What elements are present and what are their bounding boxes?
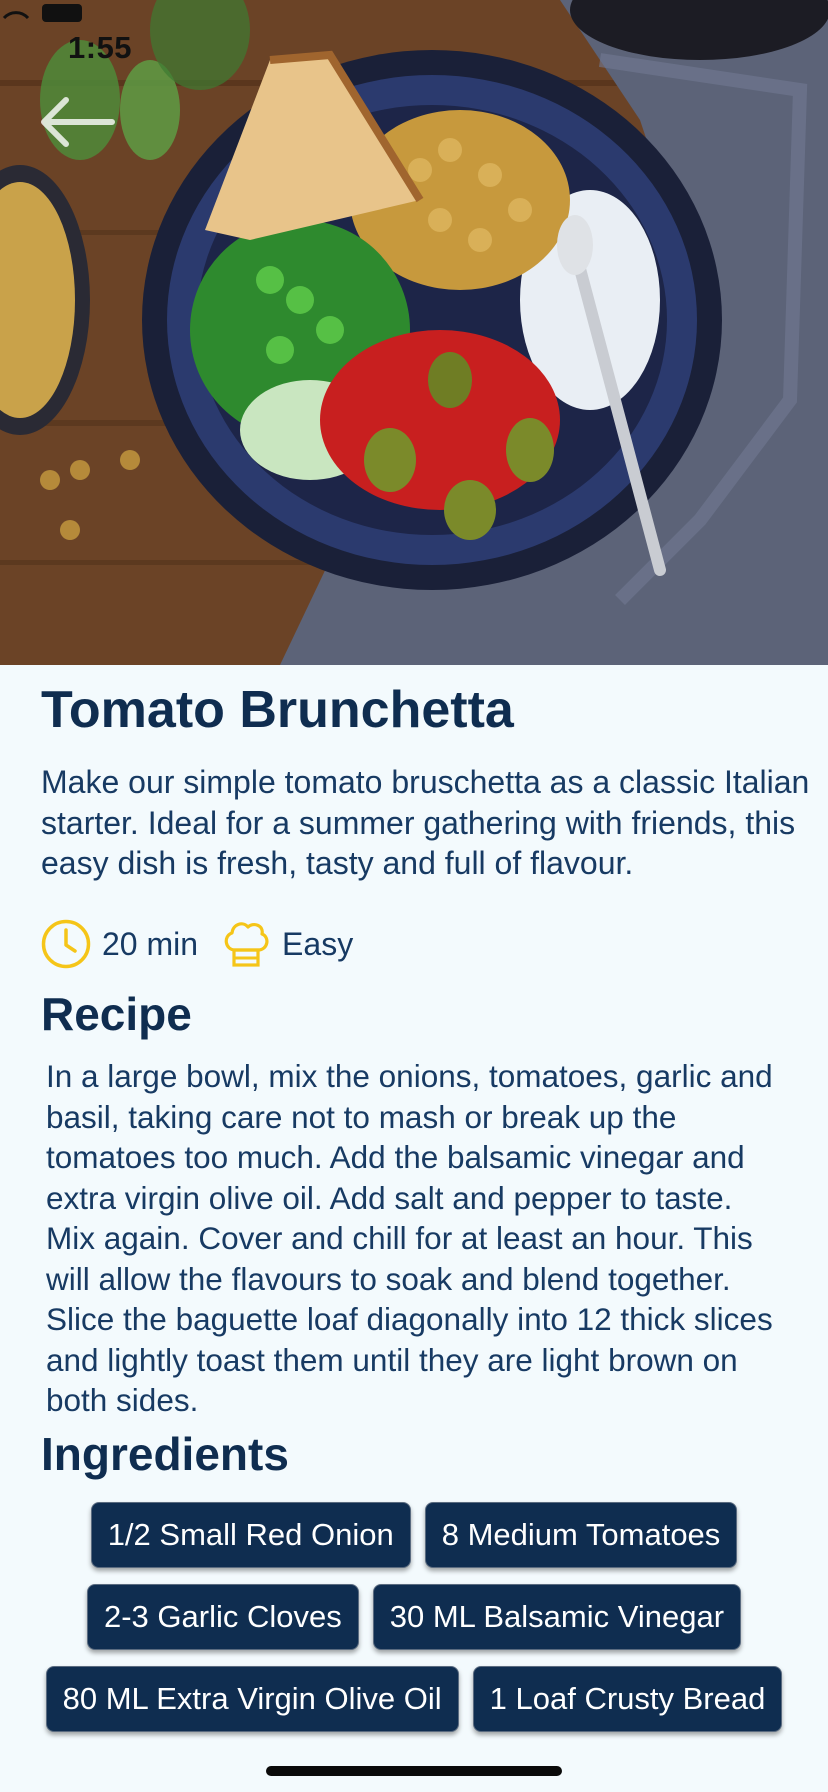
ingredients-list: 1/2 Small Red Onion 8 Medium Tomatoes 2-… bbox=[0, 1502, 828, 1748]
difficulty: Easy bbox=[220, 918, 353, 970]
prep-time: 20 min bbox=[40, 918, 198, 970]
home-indicator[interactable] bbox=[266, 1766, 562, 1776]
ingredient-chip[interactable]: 8 Medium Tomatoes bbox=[424, 1502, 738, 1568]
ingredient-chip[interactable]: 2-3 Garlic Cloves bbox=[86, 1584, 359, 1650]
recipe-heading: Recipe bbox=[41, 988, 192, 1040]
difficulty-label: Easy bbox=[282, 925, 354, 962]
ingredient-chip[interactable]: 1 Loaf Crusty Bread bbox=[472, 1666, 783, 1732]
recipe-instructions: In a large bowl, mix the onions, tomatoe… bbox=[46, 1058, 773, 1418]
recipe-title: Tomato Brunchetta bbox=[41, 681, 514, 739]
ingredients-row: 1/2 Small Red Onion 8 Medium Tomatoes bbox=[0, 1502, 828, 1568]
status-bar-time: 1:55 bbox=[68, 30, 133, 65]
recipe-hero-image: 1:55 bbox=[0, 0, 828, 665]
arrow-left-icon bbox=[41, 97, 115, 147]
recipe-meta: 20 min Easy bbox=[40, 916, 375, 972]
ingredients-heading: Ingredients bbox=[41, 1428, 289, 1480]
ingredient-chip[interactable]: 30 ML Balsamic Vinegar bbox=[372, 1584, 742, 1650]
battery-icon bbox=[2, 4, 82, 22]
chef-hat-icon bbox=[224, 922, 269, 967]
ingredients-row: 2-3 Garlic Cloves 30 ML Balsamic Vinegar bbox=[0, 1584, 828, 1650]
ingredient-chip[interactable]: 1/2 Small Red Onion bbox=[90, 1502, 411, 1568]
back-button[interactable] bbox=[36, 96, 126, 168]
ingredients-row: 80 ML Extra Virgin Olive Oil 1 Loaf Crus… bbox=[0, 1666, 828, 1732]
prep-time-label: 20 min bbox=[102, 925, 199, 962]
recipe-description: Make our simple tomato bruschetta as a c… bbox=[41, 764, 810, 881]
ingredient-chip[interactable]: 80 ML Extra Virgin Olive Oil bbox=[45, 1666, 459, 1732]
clock-icon bbox=[41, 919, 91, 969]
